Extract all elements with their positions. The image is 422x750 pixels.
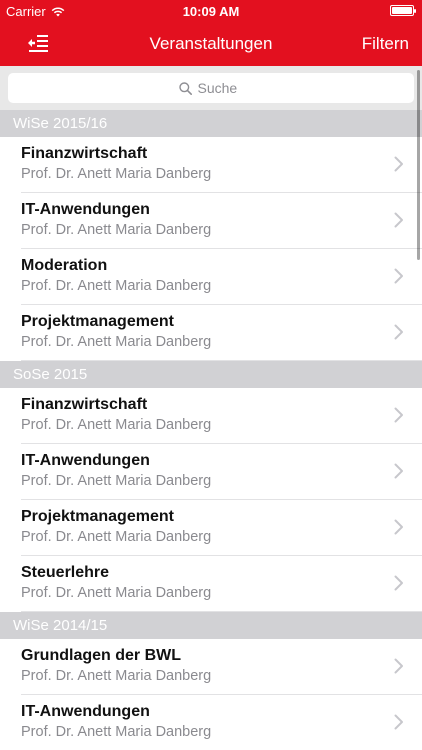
section-header: WiSe 2015/16 — [0, 110, 422, 137]
course-name: IT-Anwendungen — [21, 452, 150, 469]
course-name: Finanzwirtschaft — [21, 145, 148, 162]
course-list: WiSe 2015/16 Finanzwirtschaft Prof. Dr. An… — [0, 110, 422, 750]
section-header: WiSe 2014/15 — [0, 612, 422, 639]
list-item[interactable]: Finanzwirtschaft Prof. Dr. Anett Maria Da… — [0, 137, 422, 193]
professor-name: Prof. Dr. Anett Maria Danberg — [21, 222, 212, 238]
chevron-right-icon — [394, 407, 403, 423]
list-item[interactable]: Steuerlehre Prof. Dr. Anett Maria Danberg — [0, 556, 422, 612]
professor-name: Prof. Dr. Anett Maria Danberg — [21, 278, 212, 294]
list-item[interactable]: Projektmanagement Prof. Dr. Anett Maria D… — [0, 500, 422, 556]
chevron-right-icon — [394, 575, 403, 591]
page-title: Veranstaltungen — [149, 34, 273, 53]
course-name: Finanzwirtschaft — [21, 396, 148, 413]
professor-name: Prof. Dr. Anett Maria Danberg — [21, 668, 212, 684]
list-item[interactable]: Projektmanagement Prof. Dr. Anett Maria D… — [0, 305, 422, 361]
chevron-right-icon — [394, 519, 403, 535]
list-item[interactable]: IT-Anwendungen Prof. Dr. Anett Maria Danb… — [0, 695, 422, 750]
professor-name: Prof. Dr. Anett Maria Danberg — [21, 417, 212, 433]
professor-name: Prof. Dr. Anett Maria Danberg — [21, 166, 212, 182]
course-name: Grundlagen der BWL — [21, 647, 181, 664]
professor-name: Prof. Dr. Anett Maria Danberg — [21, 473, 212, 489]
battery-icon — [390, 5, 416, 16]
professor-name: Prof. Dr. Anett Maria Danberg — [21, 334, 212, 350]
search-field[interactable] — [8, 73, 414, 103]
list-item[interactable]: IT-Anwendungen Prof. Dr. Anett Maria Danb… — [0, 444, 422, 500]
chevron-right-icon — [394, 658, 403, 674]
search-input[interactable] — [197, 80, 244, 96]
course-name: Projektmanagement — [21, 313, 174, 330]
row-separator — [21, 360, 422, 361]
chevron-right-icon — [394, 324, 403, 340]
course-name: Moderation — [21, 257, 108, 274]
course-name: IT-Anwendungen — [21, 201, 150, 218]
course-name: Projektmanagement — [21, 508, 174, 525]
row-separator — [21, 611, 422, 612]
scroll-indicator — [417, 70, 420, 260]
filter-button[interactable]: Filtern — [362, 34, 409, 54]
chevron-right-icon — [394, 714, 403, 730]
chevron-right-icon — [394, 463, 403, 479]
list-item[interactable]: IT-Anwendungen Prof. Dr. Anett Maria Danb… — [0, 193, 422, 249]
course-name: IT-Anwendungen — [21, 703, 150, 720]
status-time: 10:09 AM — [182, 4, 240, 19]
professor-name: Prof. Dr. Anett Maria Danberg — [21, 529, 212, 545]
professor-name: Prof. Dr. Anett Maria Danberg — [21, 724, 212, 740]
professor-name: Prof. Dr. Anett Maria Danberg — [21, 585, 212, 601]
list-item[interactable]: Grundlagen der BWL Prof. Dr. Anett Maria … — [0, 639, 422, 695]
chevron-right-icon — [394, 268, 403, 284]
list-item[interactable]: Moderation Prof. Dr. Anett Maria Danberg — [0, 249, 422, 305]
navigation-bar: Veranstaltungen Filtern — [0, 22, 422, 66]
chevron-right-icon — [394, 212, 403, 228]
search-bar — [0, 66, 422, 110]
list-item[interactable]: Finanzwirtschaft Prof. Dr. Anett Maria Da… — [0, 388, 422, 444]
status-bar: Carrier 10:09 AM — [0, 0, 422, 22]
chevron-right-icon — [394, 156, 403, 172]
section-header: SoSe 2015 — [0, 361, 422, 388]
course-name: Steuerlehre — [21, 564, 110, 581]
search-icon — [178, 81, 192, 95]
